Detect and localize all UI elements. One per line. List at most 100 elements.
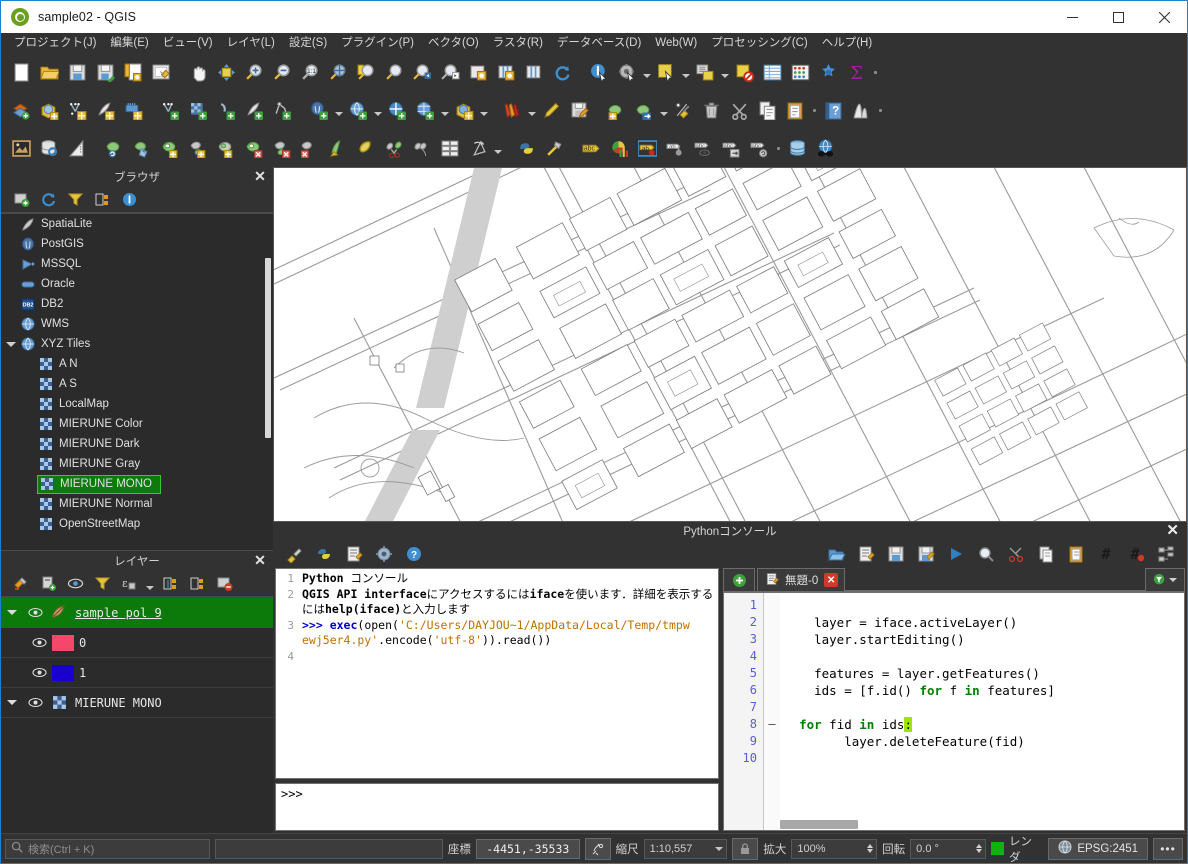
select-by-value-icon[interactable] [691, 57, 719, 87]
add-group-icon[interactable] [36, 573, 60, 595]
add-delimited-text-icon[interactable] [63, 95, 91, 125]
menu-settings[interactable]: 設定(S) [282, 34, 334, 52]
collapse-all-icon[interactable] [90, 189, 114, 211]
rotate-point-symbols-icon[interactable] [464, 133, 492, 163]
zoom-to-layer-icon[interactable] [380, 57, 408, 87]
run-editor-script-icon[interactable] [941, 541, 971, 567]
console-output[interactable]: 1 Python コンソール 2 QGIS API interfaceにアクセスするに… [275, 568, 719, 779]
cut-icon[interactable] [1001, 541, 1031, 567]
copy-features-icon[interactable] [753, 95, 781, 125]
browser-item-openstreetmap[interactable]: OpenStreetMap [1, 514, 273, 534]
chevron-down-icon[interactable] [719, 57, 730, 87]
add-raster-layer-icon[interactable] [35, 95, 63, 125]
layer-row[interactable]: sample pol 9 [1, 598, 273, 628]
add-postgis-layer-icon[interactable] [305, 95, 333, 125]
visibility-eye-icon[interactable] [23, 606, 47, 619]
toolbar-handle[interactable] [809, 95, 819, 125]
edit-style-icon[interactable] [537, 95, 565, 125]
close-button[interactable] [1141, 1, 1187, 33]
browser-item-xyz-tiles[interactable]: XYZ Tiles [1, 334, 273, 354]
expression-filter-icon[interactable]: ε [117, 573, 141, 595]
add-ring-icon[interactable] [156, 133, 184, 163]
highlight-pinned-labels-icon[interactable]: ab [633, 133, 661, 163]
menu-edit[interactable]: 編集(E) [103, 34, 155, 52]
options-icon[interactable] [369, 541, 399, 567]
filter-icon[interactable] [63, 189, 87, 211]
split-parts-icon[interactable] [380, 133, 408, 163]
simplify-feature-icon[interactable] [128, 133, 156, 163]
field-calculator-icon[interactable] [786, 57, 814, 87]
minimize-button[interactable] [1049, 1, 1095, 33]
editor-tab[interactable]: 無題-0 ✕ [757, 568, 846, 591]
python-console-icon[interactable] [512, 133, 540, 163]
save-edits-icon[interactable] [565, 95, 593, 125]
sum-icon[interactable]: Σ [842, 57, 870, 87]
db-manager-icon[interactable] [35, 133, 63, 163]
menu-vector[interactable]: ベクタ(O) [421, 34, 486, 52]
chevron-down-icon[interactable] [1, 610, 23, 615]
db-icon[interactable] [783, 133, 811, 163]
menu-view[interactable]: ビュー(V) [156, 34, 220, 52]
layout-manager-icon[interactable] [147, 57, 175, 87]
editor-tab-close-icon[interactable]: ✕ [824, 573, 839, 587]
chevron-down-icon[interactable] [333, 95, 344, 125]
browser-item-wms[interactable]: WMS [1, 314, 273, 334]
offset-curve-icon[interactable] [324, 133, 352, 163]
toolbar-handle[interactable] [773, 133, 783, 163]
add-wcs-layer-icon[interactable] [383, 95, 411, 125]
menu-help[interactable]: ヘルプ(H) [815, 34, 879, 52]
chevron-down-icon[interactable] [478, 95, 489, 125]
open-styles-icon[interactable] [498, 95, 526, 125]
add-wms-layer-icon[interactable] [344, 95, 372, 125]
toolbar-handle[interactable] [870, 57, 880, 87]
menu-project[interactable]: プロジェクト(J) [7, 34, 103, 52]
chevron-down-icon[interactable] [439, 95, 450, 125]
refresh-icon[interactable] [36, 189, 60, 211]
copy-icon[interactable] [1031, 541, 1061, 567]
menu-processing[interactable]: プロセッシング(C) [704, 34, 814, 52]
layer-tree[interactable]: sample pol 9 0 1 MIERUNE MONO [1, 597, 273, 833]
chevron-down-icon[interactable] [372, 95, 383, 125]
browser-item-mierune-gray[interactable]: MIERUNE Gray [1, 454, 273, 474]
rotate-label-icon[interactable]: abc [745, 133, 773, 163]
visibility-eye-icon[interactable] [27, 666, 51, 679]
vertex-tool-icon[interactable] [669, 95, 697, 125]
new-gpx-icon[interactable] [268, 95, 296, 125]
remove-layer-icon[interactable] [212, 573, 236, 595]
histogram-icon[interactable] [847, 95, 875, 125]
rotation-spin-icon[interactable] [975, 844, 982, 853]
zoom-full-icon[interactable]: 1:1 [296, 57, 324, 87]
browser-item-db2[interactable]: DB2 DB2 [1, 294, 273, 314]
menu-web[interactable]: Web(W) [648, 34, 704, 52]
rotation-spinbox[interactable]: 0.0 ° [910, 838, 986, 859]
save-project-icon[interactable] [63, 57, 91, 87]
browser-tree[interactable]: SpatiaLite PostGIS MSSQL Oracle DB2 DB2 WMS XYZ… [1, 213, 273, 551]
measure-line-icon[interactable] [63, 133, 91, 163]
show-hide-labels-icon[interactable]: abc [689, 133, 717, 163]
menu-layer[interactable]: レイヤ(L) [220, 34, 282, 52]
browser-item-spatialite[interactable]: SpatiaLite [1, 214, 273, 234]
zoom-native-icon[interactable] [324, 57, 352, 87]
move-label-icon[interactable]: abc [717, 133, 745, 163]
metasearch-icon[interactable] [811, 133, 839, 163]
multi-edit-icon[interactable] [436, 133, 464, 163]
new-spatialite-icon[interactable] [240, 95, 268, 125]
add-mesh-layer-icon[interactable] [119, 95, 147, 125]
browser-scrollbar[interactable] [265, 258, 271, 438]
add-layer-icon[interactable] [7, 95, 35, 125]
open-project-icon[interactable] [35, 57, 63, 87]
cut-features-icon[interactable] [725, 95, 753, 125]
browser-item-localmap[interactable]: LocalMap [1, 394, 273, 414]
editor-horizontal-scrollbar[interactable] [780, 820, 858, 829]
browser-item-oracle[interactable]: Oracle [1, 274, 273, 294]
layer-row[interactable]: MIERUNE MONO [1, 688, 273, 718]
lock-icon[interactable] [732, 837, 759, 860]
chevron-down-icon[interactable] [3, 342, 19, 347]
open-layer-styling-icon[interactable] [9, 573, 33, 595]
chevron-down-icon[interactable] [658, 95, 669, 125]
browser-item-a-s[interactable]: A S [1, 374, 273, 394]
zoom-to-selection-icon[interactable] [352, 57, 380, 87]
chevron-down-icon[interactable] [1, 700, 23, 705]
browser-panel-close-icon[interactable]: ✕ [253, 169, 267, 183]
maximize-button[interactable] [1095, 1, 1141, 33]
